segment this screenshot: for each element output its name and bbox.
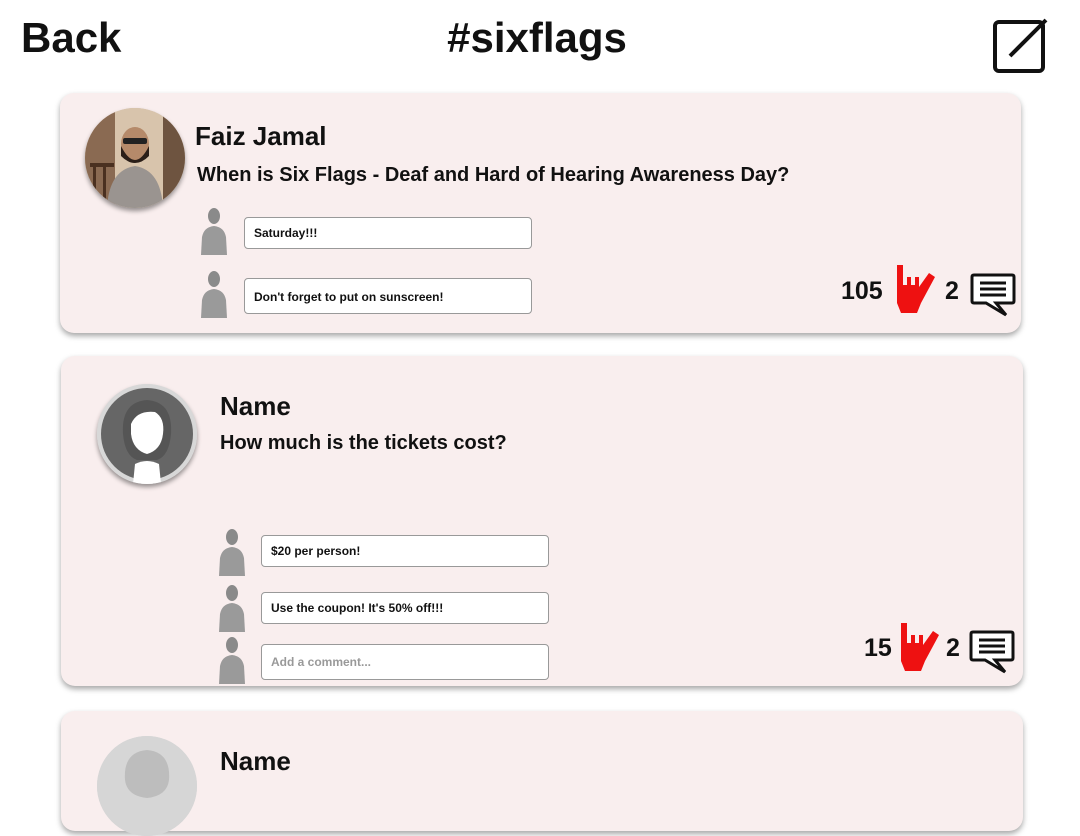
post-author: Name — [220, 746, 291, 776]
user-photo-icon — [85, 108, 185, 208]
comment-item: Saturday!!! — [244, 217, 532, 249]
user-silhouette-icon — [219, 637, 245, 684]
post-author: Faiz Jamal — [195, 121, 327, 151]
avatar[interactable] — [97, 384, 197, 484]
female-avatar-icon — [97, 384, 197, 484]
compose-icon[interactable] — [990, 16, 1052, 78]
user-silhouette-icon — [201, 208, 227, 255]
speech-bubble-icon[interactable] — [969, 630, 1015, 674]
user-silhouette-icon — [201, 271, 227, 318]
comment-item: Use the coupon! It's 50% off!!! — [261, 592, 549, 624]
post-card: Faiz Jamal When is Six Flags - Deaf and … — [60, 93, 1021, 333]
male-avatar-icon — [97, 736, 197, 836]
post-author: Name — [220, 391, 291, 421]
comment-item: Don't forget to put on sunscreen! — [244, 278, 532, 314]
ily-hand-icon[interactable] — [893, 263, 937, 315]
speech-bubble-icon[interactable] — [970, 273, 1016, 317]
like-count: 15 — [864, 634, 892, 662]
post-card: Name — [61, 711, 1023, 836]
post-card: Name How much is the tickets cost? $20 p… — [61, 356, 1023, 686]
post-question: When is Six Flags - Deaf and Hard of Hea… — [197, 164, 790, 186]
comment-count: 2 — [946, 634, 960, 662]
user-silhouette-icon — [219, 529, 245, 576]
avatar[interactable] — [85, 108, 185, 208]
avatar[interactable] — [97, 736, 197, 836]
page-title: #sixflags — [447, 14, 627, 61]
add-comment-input[interactable]: Add a comment... — [261, 644, 549, 680]
like-count: 105 — [841, 277, 883, 305]
comment-count: 2 — [945, 277, 959, 305]
post-question: How much is the tickets cost? — [220, 432, 507, 454]
ily-hand-icon[interactable] — [897, 621, 941, 673]
user-silhouette-icon — [219, 585, 245, 632]
comment-item: $20 per person! — [261, 535, 549, 567]
